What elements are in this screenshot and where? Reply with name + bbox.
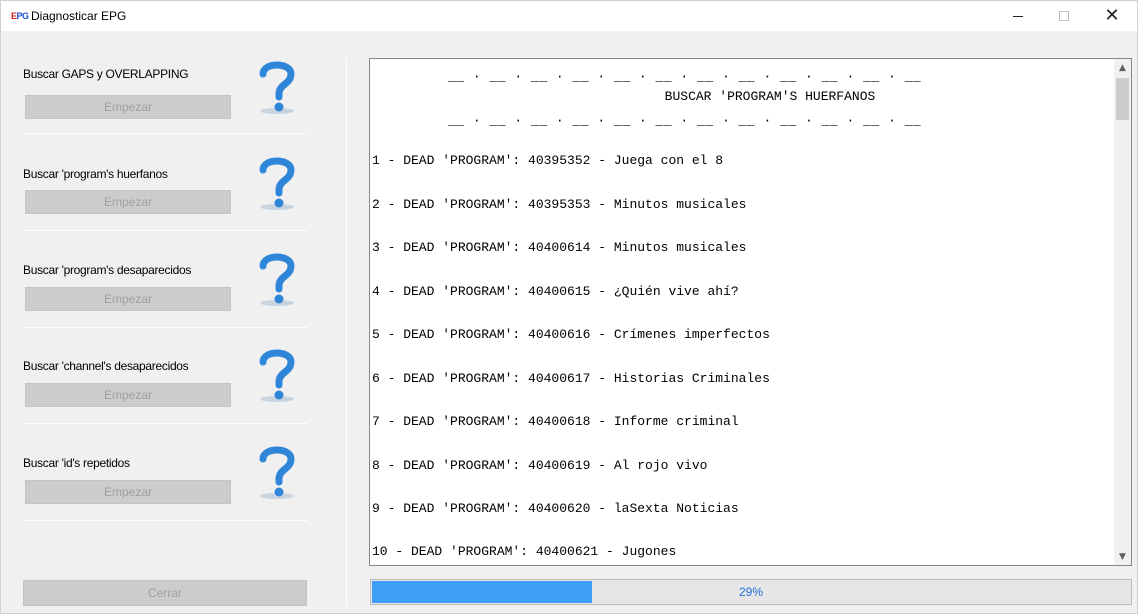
progress-label: 29% xyxy=(738,585,764,599)
section-divider xyxy=(23,520,307,521)
minimize-icon xyxy=(1013,15,1023,17)
empezar-button[interactable]: Empezar xyxy=(25,383,231,407)
maximize-button[interactable] xyxy=(1041,1,1087,31)
empezar-button[interactable]: Empezar xyxy=(25,480,231,504)
scroll-up-arrow-icon[interactable]: ▲ xyxy=(1114,59,1131,76)
section-label: Buscar 'program's desaparecidos xyxy=(23,263,192,277)
scroll-down-arrow-icon[interactable]: ▼ xyxy=(1114,548,1131,565)
cerrar-button[interactable]: Cerrar xyxy=(23,580,307,606)
vertical-separator xyxy=(346,59,347,607)
epg-app-icon: EPG xyxy=(11,11,29,21)
title-bar: EPG Diagnosticar EPG ✕ xyxy=(1,1,1137,31)
close-window-button[interactable]: ✕ xyxy=(1089,1,1135,31)
log-line: 10 - DEAD 'PROGRAM': 40400621 - Jugones xyxy=(372,544,677,559)
log-line: 7 - DEAD 'PROGRAM': 40400618 - Informe c… xyxy=(372,414,739,429)
window-title: Diagnosticar EPG xyxy=(31,9,127,23)
section-divider xyxy=(23,133,307,134)
banner-separator-bottom: __ · __ · __ · __ · __ · __ · __ · __ · … xyxy=(448,113,922,128)
maximize-icon xyxy=(1059,11,1069,21)
section-label: Buscar 'program's huerfanos xyxy=(23,167,168,181)
question-mark-icon[interactable] xyxy=(253,152,301,212)
log-line: 9 - DEAD 'PROGRAM': 40400620 - laSexta N… xyxy=(372,501,739,516)
log-line: 8 - DEAD 'PROGRAM': 40400619 - Al rojo v… xyxy=(372,458,708,473)
banner-title: BUSCAR 'PROGRAM'S HUERFANOS xyxy=(664,89,876,104)
log-line: 5 - DEAD 'PROGRAM': 40400616 - Crímenes … xyxy=(372,327,770,342)
log-line: 3 - DEAD 'PROGRAM': 40400614 - Minutos m… xyxy=(372,240,747,255)
minimize-button[interactable] xyxy=(995,1,1041,31)
section-divider xyxy=(23,230,307,231)
scrollbar-thumb[interactable] xyxy=(1116,78,1129,120)
question-mark-icon[interactable] xyxy=(253,441,301,501)
close-icon: ✕ xyxy=(1104,5,1120,26)
log-line: 1 - DEAD 'PROGRAM': 40395352 - Juega con… xyxy=(372,153,724,168)
banner-separator-top: __ · __ · __ · __ · __ · __ · __ · __ · … xyxy=(448,69,922,84)
section-divider xyxy=(23,327,307,328)
log-line: 2 - DEAD 'PROGRAM': 40395353 - Minutos m… xyxy=(372,197,747,212)
diagnosticar-epg-window: EPG Diagnosticar EPG ✕ Buscar GAPS y OVE… xyxy=(0,0,1138,614)
empezar-button[interactable]: Empezar xyxy=(25,95,231,119)
log-line: 6 - DEAD 'PROGRAM': 40400617 - Historias… xyxy=(372,371,770,386)
section-divider xyxy=(23,423,307,424)
empezar-button[interactable]: Empezar xyxy=(25,287,231,311)
vertical-scrollbar[interactable]: ▲ ▼ xyxy=(1114,59,1131,565)
section-label: Buscar 'id's repetidos xyxy=(23,456,130,470)
empezar-button[interactable]: Empezar xyxy=(25,190,231,214)
question-mark-icon[interactable] xyxy=(253,344,301,404)
question-mark-icon[interactable] xyxy=(253,248,301,308)
section-label: Buscar 'channel's desaparecidos xyxy=(23,359,189,373)
log-line: 4 - DEAD 'PROGRAM': 40400615 - ¿Quién vi… xyxy=(372,284,739,299)
question-mark-icon[interactable] xyxy=(253,56,301,116)
section-label: Buscar GAPS y OVERLAPPING xyxy=(23,67,189,81)
progress-bar: 29% xyxy=(370,579,1132,605)
output-log-textarea[interactable]: __ · __ · __ · __ · __ · __ · __ · __ · … xyxy=(369,58,1132,566)
